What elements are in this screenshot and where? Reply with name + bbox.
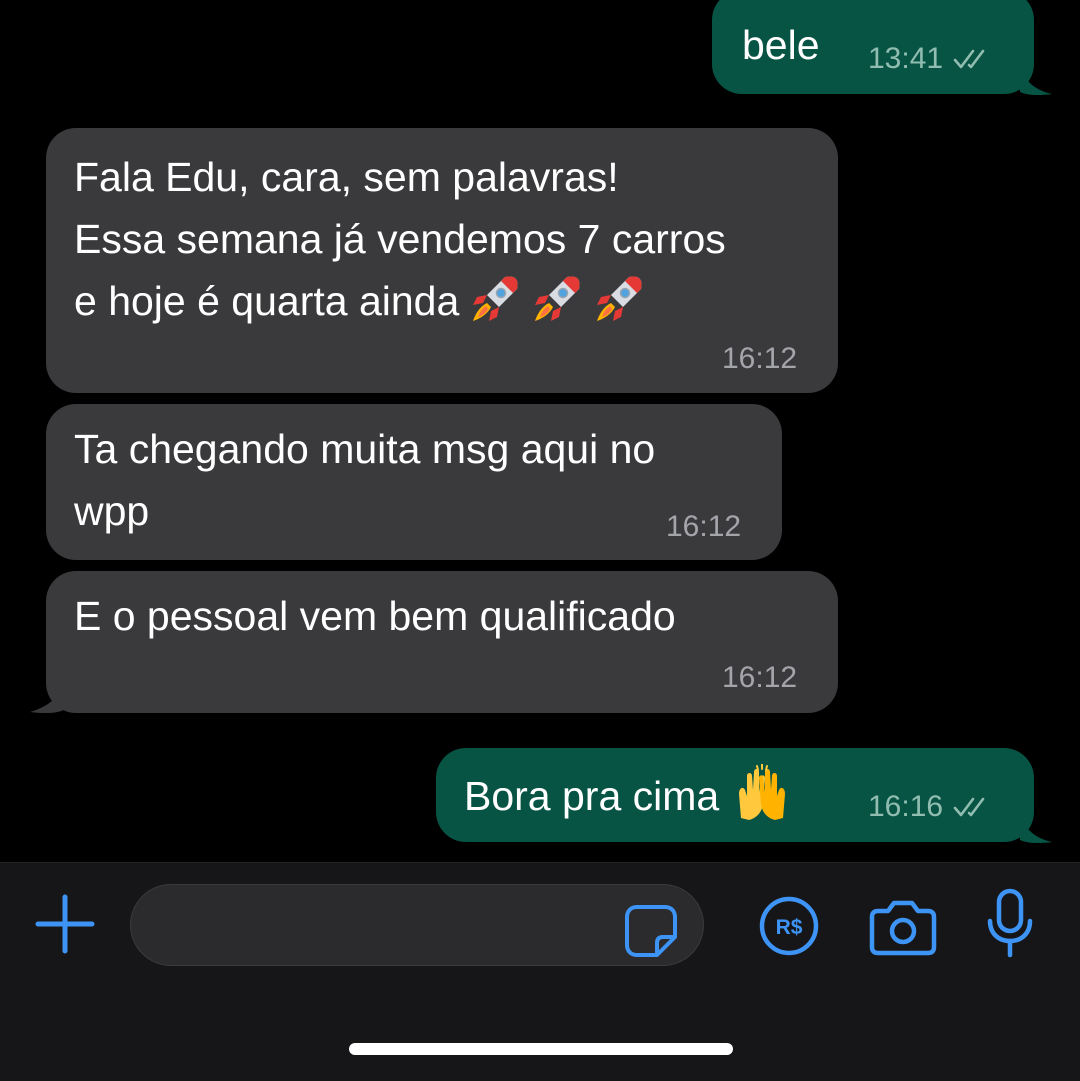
message-meta: 16:12 xyxy=(722,663,797,693)
message-time: 13:41 xyxy=(868,42,944,75)
message-meta: 16:12 xyxy=(666,512,741,542)
message-text: bele xyxy=(742,22,820,68)
rocket-emoji xyxy=(473,276,518,321)
brl-payment-icon[interactable]: R$ xyxy=(758,895,820,957)
bubble-tail xyxy=(1020,66,1052,96)
message-text: Ta chegando muita msg aqui no wpp xyxy=(74,426,656,534)
double-check-icon xyxy=(953,797,985,817)
home-indicator[interactable] xyxy=(349,1043,733,1055)
chat-message-list[interactable]: bele 13:41 Fala Edu, cara, sem palavras!… xyxy=(0,0,1080,862)
message-time: 16:12 xyxy=(722,661,798,694)
message-composer-bar: R$ xyxy=(0,862,1080,1081)
message-time: 16:12 xyxy=(722,342,798,375)
raising-hands-emoji xyxy=(739,764,786,820)
incoming-message[interactable]: Fala Edu, cara, sem palavras! Essa seman… xyxy=(46,128,838,393)
double-check-icon xyxy=(953,49,985,69)
camera-icon[interactable] xyxy=(868,895,938,957)
svg-text:R$: R$ xyxy=(776,916,803,939)
message-time: 16:12 xyxy=(666,510,742,543)
message-meta: 13:41 xyxy=(868,44,993,74)
message-meta: 16:12 xyxy=(722,344,797,374)
message-input-field[interactable] xyxy=(130,884,704,966)
bubble-tail xyxy=(30,682,64,714)
message-time: 16:16 xyxy=(868,790,944,823)
message-text: Bora pra cima xyxy=(464,773,720,819)
rocket-emoji xyxy=(535,276,580,321)
message-meta: 16:16 xyxy=(868,792,993,822)
incoming-message[interactable]: Ta chegando muita msg aqui no wpp 16:12 xyxy=(46,404,782,560)
rocket-emoji xyxy=(597,276,642,321)
message-input[interactable] xyxy=(161,903,625,949)
plus-icon[interactable] xyxy=(34,893,96,955)
outgoing-message[interactable]: Bora pra cima 16:16 xyxy=(436,748,1034,842)
outgoing-message[interactable]: bele 13:41 xyxy=(712,0,1034,94)
message-text: E o pessoal vem bem qualificado xyxy=(74,593,676,639)
rocket-emoji-group xyxy=(459,276,645,324)
incoming-message[interactable]: E o pessoal vem bem qualificado 16:12 xyxy=(46,571,838,713)
bubble-tail xyxy=(1020,814,1052,844)
microphone-icon[interactable] xyxy=(982,887,1038,961)
sticker-icon[interactable] xyxy=(623,903,679,959)
